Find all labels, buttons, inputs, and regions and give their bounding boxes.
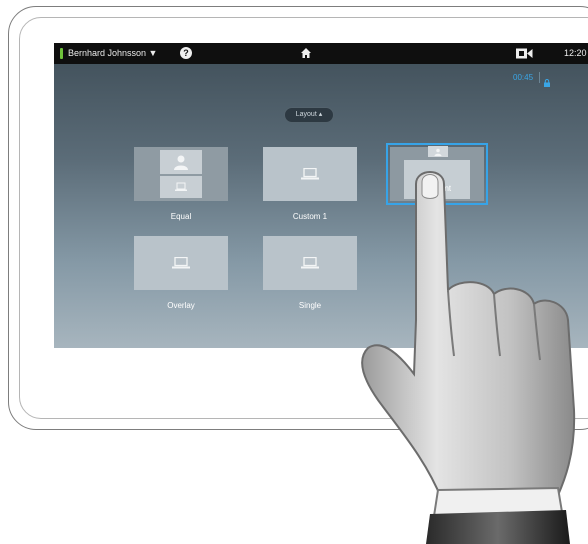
clock: 12:20 (564, 48, 587, 58)
laptop-icon (172, 257, 190, 269)
divider (539, 72, 540, 83)
laptop-icon (301, 257, 319, 269)
pointing-hand-illustration (361, 171, 576, 544)
equal-bottom-pane (160, 176, 202, 198)
layout-menu-button[interactable]: Layout ▴ (284, 107, 334, 123)
layout-label-overlay: Overlay (167, 301, 195, 310)
top-bar: Bernhard Johnsson ▼ ? 12:20 (54, 43, 588, 64)
equal-top-pane (160, 150, 202, 174)
pip-pane (428, 146, 448, 157)
lock-icon (544, 74, 550, 92)
camera-icon[interactable] (516, 48, 533, 61)
layout-label-equal: Equal (170, 212, 192, 221)
caller-name[interactable]: Bernhard Johnsson ▼ (68, 48, 157, 58)
layout-option-equal[interactable] (134, 147, 228, 201)
home-icon[interactable] (300, 47, 312, 61)
call-timer: 00:45 (513, 73, 534, 82)
layout-option-overlay[interactable] (134, 236, 228, 290)
status-indicator (60, 48, 63, 59)
laptop-icon (301, 168, 319, 180)
help-icon[interactable]: ? (180, 47, 192, 59)
